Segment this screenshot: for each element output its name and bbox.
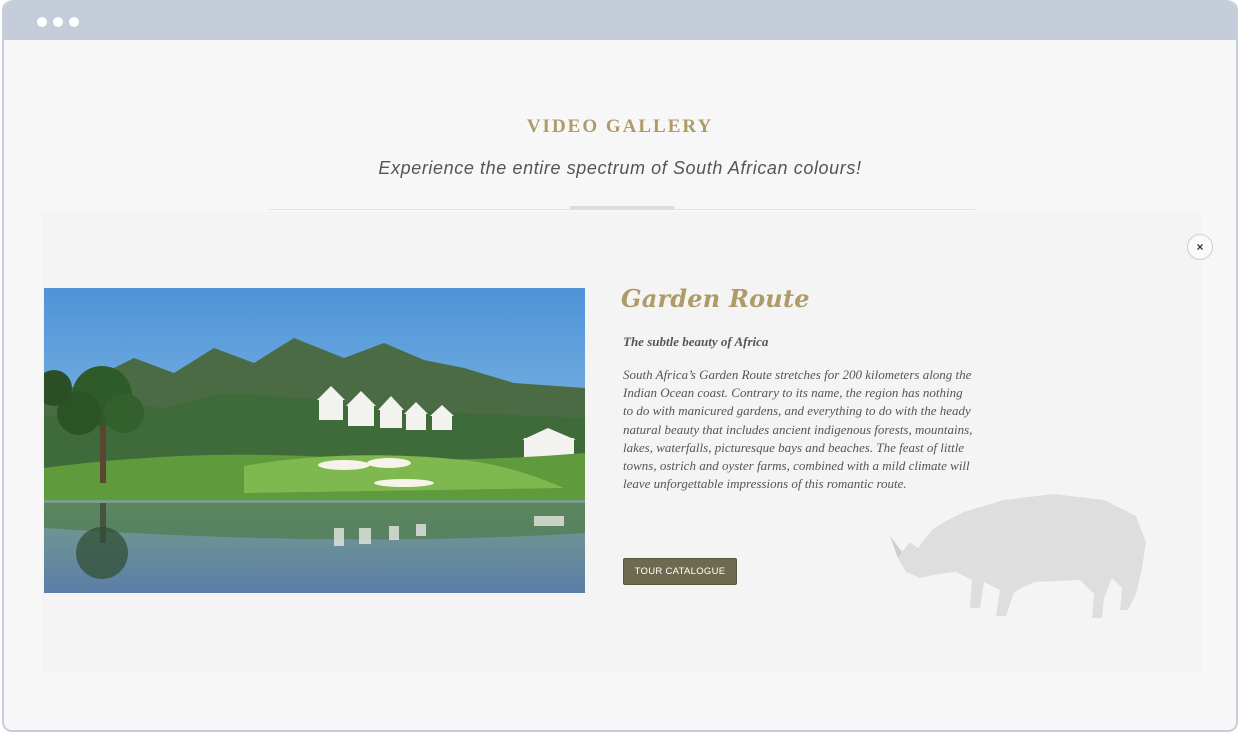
window-titlebar [4,0,1236,40]
window-dot-icon [69,17,79,27]
divider-accent [570,206,674,209]
tour-catalogue-button[interactable]: TOUR CATALOGUE [623,558,737,585]
page-content: VIDEO GALLERY Experience the entire spec… [4,40,1236,730]
card-title: Garden Route [621,284,810,313]
garden-route-photo [44,288,585,593]
window-dot-icon [53,17,63,27]
window-dot-icon [37,17,47,27]
close-button[interactable]: × [1187,234,1213,260]
close-icon: × [1196,240,1204,254]
browser-window: VIDEO GALLERY Experience the entire spec… [2,0,1238,732]
card-description: South Africa’s Garden Route stretches fo… [623,367,973,492]
section-subtitle: Experience the entire spectrum of South … [378,158,862,178]
divider [269,209,975,210]
card-subtitle: The subtle beauty of Africa [623,334,769,349]
section-title: VIDEO GALLERY [526,116,714,137]
